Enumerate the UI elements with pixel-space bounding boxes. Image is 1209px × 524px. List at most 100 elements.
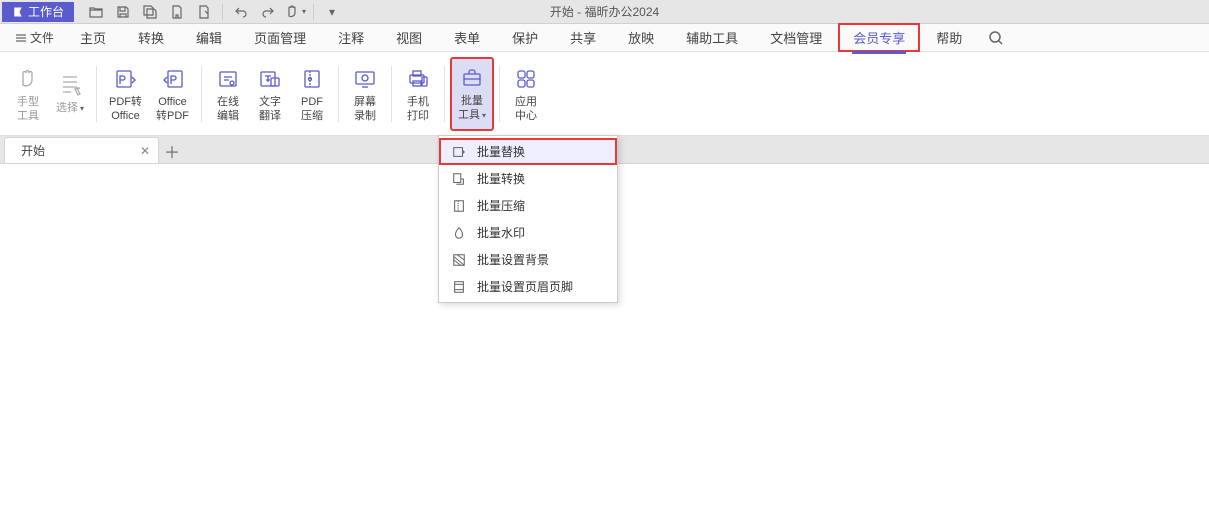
- text-translate-button[interactable]: 文字 翻译: [250, 58, 290, 130]
- save-all-icon: [142, 4, 158, 20]
- select-button[interactable]: 选择▾: [50, 58, 90, 130]
- pdf-compress-label: PDF 压缩: [301, 95, 323, 123]
- page-icon: [169, 4, 185, 20]
- separator: [444, 66, 445, 122]
- quick-access-toolbar: ▾ ▾: [84, 1, 344, 23]
- qat-customize-button[interactable]: ▾: [320, 1, 344, 23]
- redo-button[interactable]: [256, 1, 280, 23]
- screen-record-button[interactable]: 屏幕 录制: [345, 58, 385, 130]
- redo-icon: [260, 4, 276, 20]
- watermark-icon: [452, 226, 466, 240]
- save-all-button[interactable]: [138, 1, 162, 23]
- briefcase-icon: [460, 66, 484, 90]
- separator: [391, 66, 392, 122]
- undo-button[interactable]: [229, 1, 253, 23]
- menu-share[interactable]: 共享: [554, 23, 612, 52]
- batch-header-footer-item[interactable]: 批量设置页眉页脚: [439, 273, 617, 300]
- menu-convert[interactable]: 转换: [122, 23, 180, 52]
- save-icon: [115, 4, 131, 20]
- office-to-pdf-button[interactable]: Office 转PDF: [150, 58, 195, 130]
- pdf-to-office-button[interactable]: PDF转 Office: [103, 58, 148, 130]
- batch-background-label: 批量设置背景: [477, 251, 549, 268]
- batch-tools-label: 批量 工具▾: [458, 94, 486, 123]
- hand-tool-button[interactable]: 手型 工具: [8, 58, 48, 130]
- batch-header-footer-label: 批量设置页眉页脚: [477, 278, 573, 295]
- workspace-button[interactable]: 工作台: [2, 2, 74, 22]
- phone-print-button[interactable]: 手机 打印: [398, 58, 438, 130]
- chevron-down-icon: ▾: [80, 104, 84, 113]
- hamburger-icon: [15, 32, 27, 44]
- hand-tool-label: 手型 工具: [17, 95, 39, 123]
- cloud-edit-icon: [216, 67, 240, 91]
- touch-mode-button[interactable]: ▾: [283, 1, 307, 23]
- menu-protect[interactable]: 保护: [496, 23, 554, 52]
- separator: [96, 66, 97, 122]
- menu-file[interactable]: 文件: [5, 25, 64, 50]
- batch-tools-button[interactable]: 批量 工具▾: [451, 58, 493, 130]
- ribbon-toolbar: 手型 工具 选择▾ PDF转 Office Office 转PDF 在线 编辑 …: [0, 52, 1209, 136]
- menu-search-button[interactable]: [986, 28, 1006, 48]
- menu-edit[interactable]: 编辑: [180, 23, 238, 52]
- print-icon: [196, 4, 212, 20]
- text-translate-label: 文字 翻译: [259, 95, 281, 123]
- menu-doc-manage[interactable]: 文档管理: [754, 23, 838, 52]
- menu-view[interactable]: 视图: [380, 23, 438, 52]
- menu-aux-tools[interactable]: 辅助工具: [670, 23, 754, 52]
- separator: [313, 4, 314, 20]
- pdf-to-office-label: PDF转 Office: [109, 95, 142, 123]
- batch-replace-label: 批量替换: [477, 143, 525, 160]
- compress-small-icon: [452, 199, 466, 213]
- save-button[interactable]: [111, 1, 135, 23]
- menu-present[interactable]: 放映: [612, 23, 670, 52]
- chevron-down-icon: ▾: [302, 7, 306, 16]
- separator: [499, 66, 500, 122]
- menu-help[interactable]: 帮助: [920, 23, 978, 52]
- select-icon: [58, 73, 82, 97]
- print-button[interactable]: [192, 1, 216, 23]
- pdf-compress-button[interactable]: PDF 压缩: [292, 58, 332, 130]
- page-preview-button[interactable]: [165, 1, 189, 23]
- separator: [338, 66, 339, 122]
- open-button[interactable]: [84, 1, 108, 23]
- translate-icon: [258, 67, 282, 91]
- workspace-label: 工作台: [28, 3, 64, 20]
- menu-annotate[interactable]: 注释: [322, 23, 380, 52]
- pdf-convert-icon: [114, 67, 138, 91]
- menu-form[interactable]: 表单: [438, 23, 496, 52]
- replace-icon: [452, 145, 466, 159]
- background-icon: [452, 253, 466, 267]
- batch-convert-item[interactable]: 批量转换: [439, 165, 617, 192]
- document-tab[interactable]: 开始 ✕: [4, 137, 159, 163]
- chevron-down-icon: ▾: [329, 5, 335, 19]
- batch-watermark-label: 批量水印: [477, 224, 525, 241]
- title-bar: 工作台 ▾ ▾ 开始 - 福昕办公2024: [0, 0, 1209, 24]
- batch-background-item[interactable]: 批量设置背景: [439, 246, 617, 273]
- batch-compress-label: 批量压缩: [477, 197, 525, 214]
- batch-tools-dropdown: 批量替换 批量转换 批量压缩 批量水印 批量设置背景 批量设置页眉页脚: [438, 135, 618, 303]
- phone-print-icon: [406, 67, 430, 91]
- hand-icon: [284, 4, 300, 20]
- phone-print-label: 手机 打印: [407, 95, 429, 123]
- apps-icon: [514, 67, 538, 91]
- batch-watermark-item[interactable]: 批量水印: [439, 219, 617, 246]
- menu-bar: 文件 主页 转换 编辑 页面管理 注释 视图 表单 保护 共享 放映 辅助工具 …: [0, 24, 1209, 52]
- menu-home[interactable]: 主页: [64, 23, 122, 52]
- menu-page-manage[interactable]: 页面管理: [238, 23, 322, 52]
- foxit-logo-icon: [12, 6, 24, 18]
- batch-replace-item[interactable]: 批量替换: [439, 138, 617, 165]
- chevron-down-icon: ▾: [482, 111, 486, 120]
- search-icon: [988, 30, 1004, 46]
- app-center-button[interactable]: 应用 中心: [506, 58, 546, 130]
- separator: [201, 66, 202, 122]
- hand-tool-icon: [16, 67, 40, 91]
- document-tab-label: 开始: [21, 142, 45, 159]
- close-tab-button[interactable]: ✕: [140, 144, 150, 158]
- header-footer-icon: [452, 280, 466, 294]
- menu-member-exclusive[interactable]: 会员专享: [838, 23, 920, 52]
- new-tab-button[interactable]: ＋: [159, 139, 185, 163]
- batch-compress-item[interactable]: 批量压缩: [439, 192, 617, 219]
- select-label: 选择▾: [56, 101, 84, 116]
- online-edit-button[interactable]: 在线 编辑: [208, 58, 248, 130]
- office-convert-icon: [161, 67, 185, 91]
- separator: [222, 4, 223, 20]
